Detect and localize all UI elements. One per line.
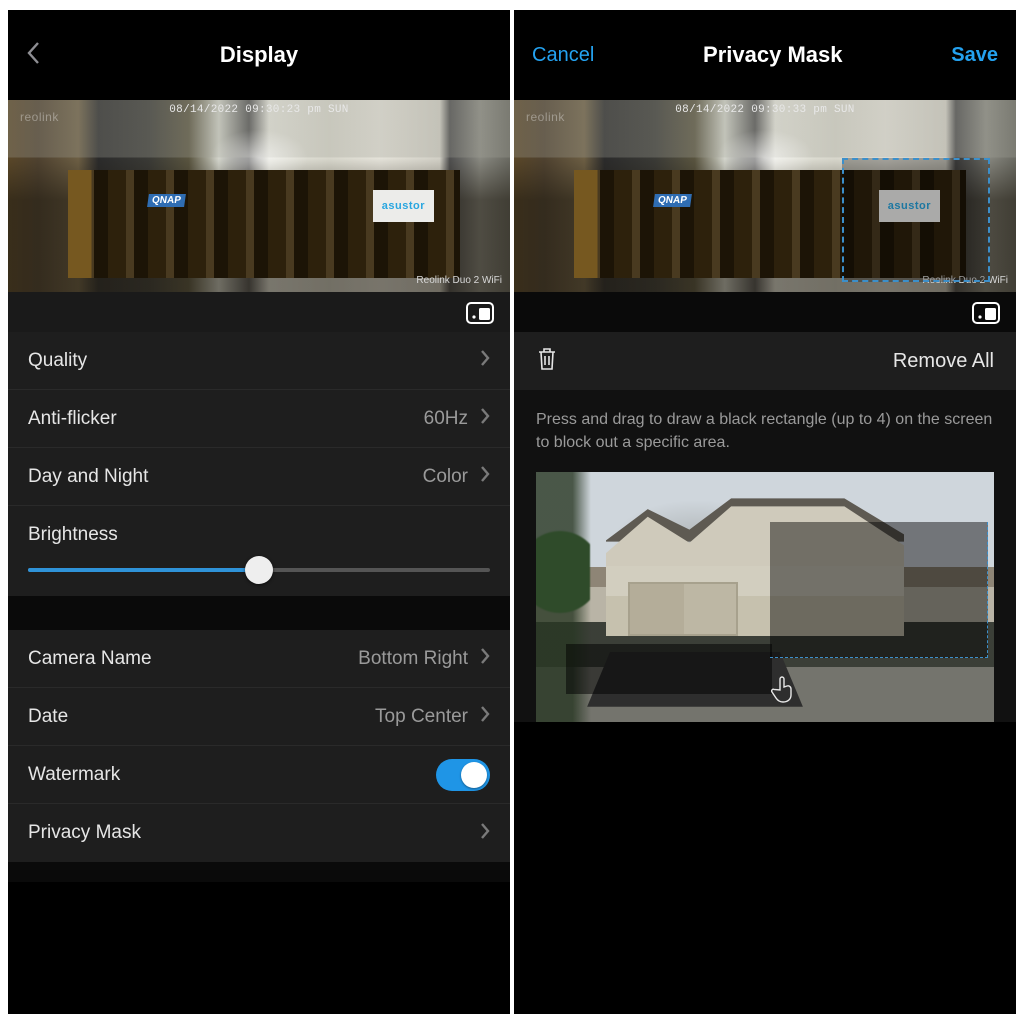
brightness-label: Brightness (28, 524, 490, 546)
mask-example-image[interactable] (536, 472, 994, 722)
antiflicker-value: 60Hz (424, 408, 468, 430)
asustor-badge: asustor (373, 190, 434, 222)
antiflicker-label: Anti-flicker (28, 408, 424, 430)
drag-cursor-icon (770, 674, 796, 704)
preview-toolbar (8, 292, 510, 332)
preview-toolbar (514, 292, 1016, 332)
display-settings-pane: Display reolink 08/14/2022 09:30:23 pm S… (8, 10, 510, 1014)
antiflicker-row[interactable]: Anti-flicker 60Hz (8, 390, 510, 448)
mask-help-text: Press and drag to draw a black rectangle… (514, 390, 1016, 466)
quality-label: Quality (28, 350, 480, 372)
display-header: Display (8, 10, 510, 100)
save-button[interactable]: Save (951, 44, 998, 67)
watermark-label: Watermark (28, 764, 436, 786)
privacy-mask-pane: Cancel Privacy Mask Save reolink 08/14/2… (514, 10, 1016, 1014)
preview-timestamp: 08/14/2022 09:30:23 pm SUN (169, 104, 348, 116)
quality-row[interactable]: Quality (8, 332, 510, 390)
settings-list: Quality Anti-flicker 60Hz Day and Night … (8, 332, 510, 596)
example-tree (536, 512, 590, 632)
trash-icon[interactable] (536, 346, 558, 377)
display-title: Display (52, 42, 466, 68)
brightness-row: Brightness (8, 506, 510, 596)
privacy-mask-title: Privacy Mask (594, 42, 951, 68)
privacy-mask-row[interactable]: Privacy Mask (8, 804, 510, 862)
date-label: Date (28, 706, 375, 728)
aspect-toggle-icon[interactable] (466, 302, 496, 326)
camera-model-watermark: Reolink Duo 2 WiFi (416, 275, 502, 286)
privacy-mask-label: Privacy Mask (28, 822, 480, 844)
qnap-badge: QNAP (653, 194, 692, 207)
section-gap-bottom (8, 862, 510, 882)
section-gap (8, 596, 510, 630)
live-preview: reolink 08/14/2022 09:30:23 pm SUN QNAP … (8, 100, 510, 292)
overlay-settings-list: Camera Name Bottom Right Date Top Center… (8, 630, 510, 862)
chevron-right-icon (480, 705, 490, 728)
camera-name-value: Bottom Right (358, 648, 468, 670)
brand-watermark: reolink (526, 110, 565, 124)
slider-thumb[interactable] (245, 556, 273, 584)
privacy-mask-header: Cancel Privacy Mask Save (514, 10, 1016, 100)
toggle-knob (461, 762, 487, 788)
cancel-button[interactable]: Cancel (532, 44, 594, 67)
date-row[interactable]: Date Top Center (8, 688, 510, 746)
back-button[interactable] (26, 41, 52, 70)
example-garage (628, 582, 738, 636)
camera-name-label: Camera Name (28, 648, 358, 670)
brand-watermark: reolink (20, 110, 59, 124)
preview-scene (68, 170, 460, 278)
chevron-right-icon (480, 822, 490, 845)
live-preview-mask[interactable]: reolink 08/14/2022 09:30:33 pm SUN QNAP … (514, 100, 1016, 292)
slider-fill (28, 568, 259, 572)
remove-all-button[interactable]: Remove All (893, 350, 994, 373)
daynight-value: Color (423, 466, 468, 488)
chevron-right-icon (480, 465, 490, 488)
preview-timestamp: 08/14/2022 09:30:33 pm SUN (675, 104, 854, 116)
example-mask-rect-1 (770, 522, 988, 658)
chevron-right-icon (480, 647, 490, 670)
date-value: Top Center (375, 706, 468, 728)
mask-selection-rect[interactable] (842, 158, 990, 282)
example-mask-rect-2 (566, 644, 772, 694)
brightness-slider[interactable] (28, 568, 490, 572)
chevron-right-icon (480, 407, 490, 430)
mask-toolbar: Remove All (514, 332, 1016, 390)
chevron-right-icon (480, 349, 490, 372)
qnap-badge: QNAP (147, 194, 186, 207)
watermark-row: Watermark (8, 746, 510, 804)
aspect-toggle-icon[interactable] (972, 302, 1002, 326)
watermark-toggle[interactable] (436, 759, 490, 791)
daynight-label: Day and Night (28, 466, 423, 488)
camera-name-row[interactable]: Camera Name Bottom Right (8, 630, 510, 688)
daynight-row[interactable]: Day and Night Color (8, 448, 510, 506)
